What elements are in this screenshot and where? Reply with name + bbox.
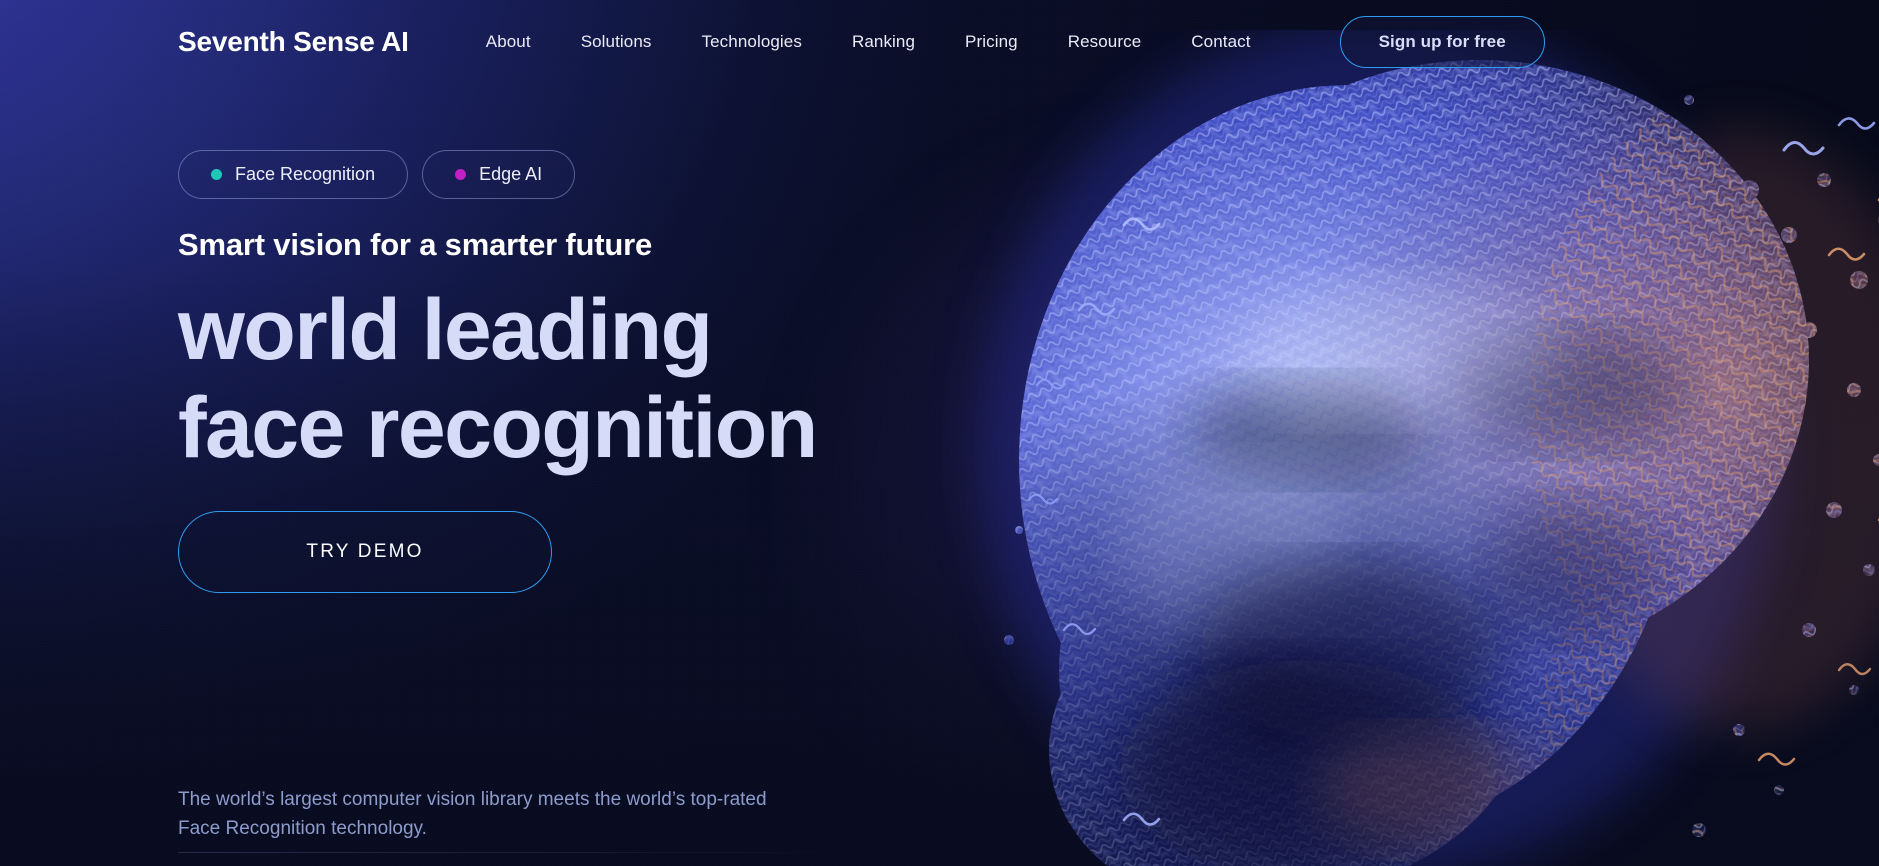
nav-item-technologies[interactable]: Technologies	[677, 24, 827, 60]
nav-item-resource[interactable]: Resource	[1043, 24, 1167, 60]
hero-tagline-line-1: The world’s largest computer vision libr…	[178, 789, 767, 810]
badge-edge-ai-label: Edge AI	[479, 164, 543, 184]
nav-item-contact[interactable]: Contact	[1166, 24, 1275, 60]
brand-logo[interactable]: Seventh Sense AI	[178, 26, 409, 58]
badge-edge-ai[interactable]: Edge AI	[422, 150, 576, 199]
hero-tagline-line-2: Face Recognition technology.	[178, 818, 427, 840]
try-demo-button[interactable]: TRY DEMO	[178, 511, 552, 594]
hero-badge-group: Face Recognition Edge AI	[178, 150, 1038, 199]
sign-up-button[interactable]: Sign up for free	[1339, 16, 1545, 68]
hero-tagline: The world’s largest computer vision libr…	[178, 785, 938, 844]
nav-item-ranking[interactable]: Ranking	[827, 24, 940, 60]
nav-item-solutions[interactable]: Solutions	[556, 24, 677, 60]
main-navigation: About Solutions Technologies Ranking Pri…	[461, 24, 1276, 60]
hero-section: Face Recognition Edge AI Smart vision fo…	[178, 150, 1038, 594]
nav-item-about[interactable]: About	[461, 24, 556, 60]
hero-headline: world leading face recognition	[178, 281, 1038, 477]
badge-face-recognition-label: Face Recognition	[235, 164, 376, 184]
badge-face-recognition[interactable]: Face Recognition	[178, 150, 409, 199]
magenta-dot-icon	[455, 169, 467, 180]
section-divider	[178, 852, 818, 853]
teal-dot-icon	[211, 169, 222, 180]
hero-subheadline: Smart vision for a smarter future	[178, 227, 653, 262]
hero-headline-line-2: face recognition	[178, 380, 818, 477]
site-header: Seventh Sense AI About Solutions Technol…	[0, 0, 1879, 84]
hero-page: Seventh Sense AI About Solutions Technol…	[0, 0, 1879, 866]
nav-item-pricing[interactable]: Pricing	[940, 24, 1043, 60]
hero-headline-line-1: world leading	[178, 282, 713, 378]
